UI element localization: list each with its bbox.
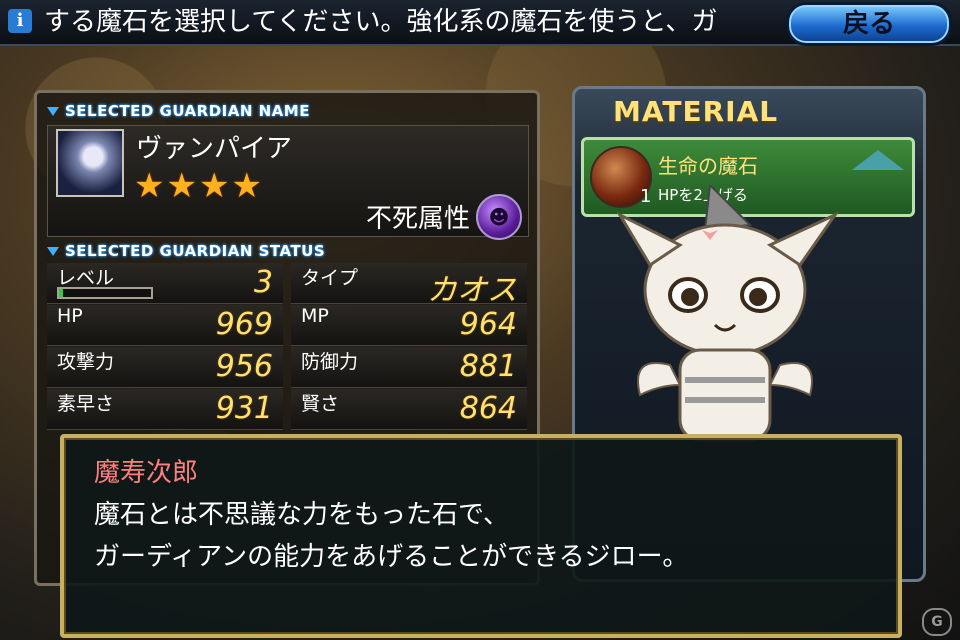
stat-mp: MP 964 [291,305,527,346]
rarity-stars: ★★★★ [134,166,264,206]
dialog-line-2: ガーディアンの能力をあげることができるジロー。 [94,542,689,572]
stat-level: レベル 3 [47,263,283,304]
stat-hp: HP 969 [47,305,283,346]
dialog-box[interactable]: 魔寿次郎 魔石とは不思議な力をもった石で、 ガーディアンの能力をあげることができ… [60,434,902,638]
info-icon[interactable]: i [8,9,32,33]
speaker-name: 魔寿次郎 [94,458,199,488]
level-progress-bar [57,287,153,299]
dialog-line-1: 魔石とは不思議な力をもった石で、 [94,500,509,530]
material-title: MATERIAL [613,95,779,128]
material-name: 生命の魔石 [658,154,758,178]
stat-attack: 攻撃力 956 [47,347,283,388]
triangle-icon [47,247,59,256]
undead-attribute-icon: ☻ [476,194,522,240]
guardian-avatar[interactable] [56,129,124,197]
watermark-logo-icon: G [922,608,952,636]
guardian-name-box: ヴァンパイア ★★★★ 不死属性 ☻ [47,125,529,240]
stat-speed: 素早さ 931 [47,389,283,430]
scroll-up-icon[interactable] [852,150,904,170]
level-progress-fill [59,289,63,297]
back-button[interactable]: 戻る [786,2,952,46]
ticker-text: する魔石を選択してください。強化系の魔石を使うと、ガ [44,7,718,37]
selected-guardian-name-header: SELECTED GUARDIAN NAME [47,101,310,121]
stat-intelligence: 賢さ 864 [291,389,527,430]
mascot-character [616,185,840,442]
stat-type: タイプ カオス [291,263,527,308]
stat-defense: 防御力 881 [291,347,527,388]
selected-guardian-status-header: SELECTED GUARDIAN STATUS [47,241,325,261]
info-ticker-bar: i する魔石を選択してください。強化系の魔石を使うと、ガ 戻る [0,0,960,46]
guardian-name: ヴァンパイア [136,134,293,164]
attribute-label: 不死属性 [365,204,470,234]
triangle-icon [47,107,59,116]
